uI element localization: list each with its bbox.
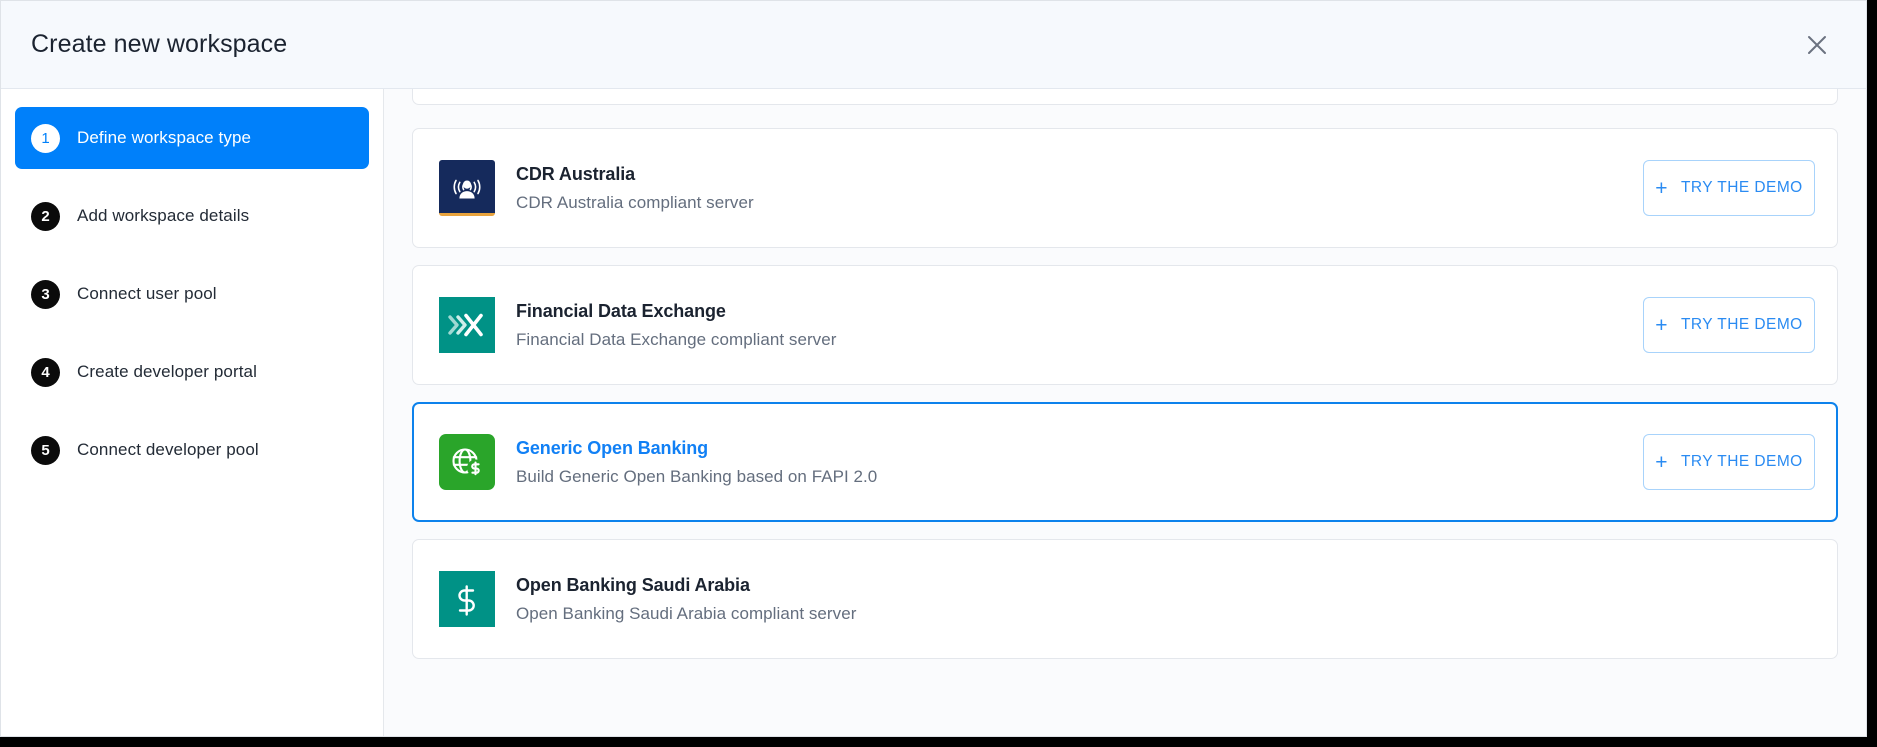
card-left: Generic Open Banking Build Generic Open … — [439, 434, 877, 490]
step-number-badge: 1 — [31, 123, 60, 153]
page-title: Create new workspace — [31, 30, 288, 58]
card-description: Open Banking Saudi Arabia compliant serv… — [516, 603, 857, 623]
globe-dollar-icon — [439, 434, 495, 490]
try-the-demo-label: TRY THE DEMO — [1681, 179, 1803, 196]
list-item-financial-data-exchange[interactable]: Financial Data Exchange Financial Data E… — [412, 265, 1838, 385]
try-the-demo-button[interactable]: + TRY THE DEMO — [1643, 297, 1815, 353]
card-title: Generic Open Banking — [516, 437, 709, 458]
chevron-x-glyph — [448, 313, 483, 337]
list-item-generic-open-banking[interactable]: Generic Open Banking Build Generic Open … — [412, 402, 1838, 522]
try-the-demo-label: TRY THE DEMO — [1681, 316, 1803, 333]
card-title: Financial Data Exchange — [516, 300, 726, 321]
dialog-body: 1 Define workspace type 2 Add workspace … — [1, 89, 1866, 736]
try-the-demo-label: TRY THE DEMO — [1681, 453, 1803, 470]
card-title: Open Banking Saudi Arabia — [516, 574, 750, 595]
sidebar-item-label: Add workspace details — [77, 206, 250, 225]
sidebar-item-label: Connect developer pool — [77, 440, 259, 459]
try-the-demo-button[interactable]: + TRY THE DEMO — [1643, 160, 1815, 216]
close-icon[interactable] — [1794, 22, 1840, 68]
try-the-demo-button[interactable]: + TRY THE DEMO — [1643, 434, 1815, 490]
sidebar-item-label: Create developer portal — [77, 362, 257, 381]
card-texts: Financial Data Exchange Financial Data E… — [516, 301, 836, 350]
dialog-header: Create new workspace — [1, 1, 1866, 89]
card-texts: Generic Open Banking Build Generic Open … — [516, 438, 877, 487]
fingerprint-person-glyph — [453, 179, 481, 198]
chevron-x-icon — [439, 297, 495, 353]
close-glyph — [1808, 35, 1826, 54]
create-workspace-dialog: Create new workspace 1 Define workspace … — [0, 0, 1867, 737]
card-texts: Open Banking Saudi Arabia Open Banking S… — [516, 575, 856, 624]
plus-icon: + — [1655, 313, 1669, 337]
step-number-badge: 5 — [31, 435, 60, 465]
list-item-open-banking-saudi-arabia[interactable]: Open Banking Saudi Arabia Open Banking S… — [412, 539, 1838, 659]
sidebar-item-connect-user-pool[interactable]: 3 Connect user pool — [15, 263, 369, 325]
sidebar-item-label: Connect user pool — [77, 284, 217, 303]
workspace-type-list[interactable]: CDR Australia CDR Australia compliant se… — [384, 89, 1866, 736]
sidebar-item-define-workspace-type[interactable]: 1 Define workspace type — [15, 107, 369, 169]
sidebar-item-label: Define workspace type — [77, 128, 252, 147]
card-left: CDR Australia CDR Australia compliant se… — [439, 160, 754, 216]
step-number-badge: 4 — [31, 357, 60, 387]
dollar-sign-icon — [439, 571, 495, 627]
plus-icon: + — [1655, 450, 1669, 474]
sidebar-item-connect-developer-pool[interactable]: 5 Connect developer pool — [15, 419, 369, 481]
step-number-badge: 3 — [31, 279, 60, 309]
fingerprint-person-icon — [439, 160, 495, 216]
card-texts: CDR Australia CDR Australia compliant se… — [516, 164, 754, 213]
step-number-badge: 2 — [31, 201, 60, 231]
scroll-area[interactable]: CDR Australia CDR Australia compliant se… — [412, 89, 1838, 736]
plus-icon: + — [1655, 176, 1669, 200]
wizard-sidebar: 1 Define workspace type 2 Add workspace … — [1, 89, 384, 736]
sidebar-item-add-workspace-details[interactable]: 2 Add workspace details — [15, 185, 369, 247]
list-item-partial[interactable] — [412, 89, 1838, 105]
card-title: CDR Australia — [516, 163, 636, 184]
card-description: Build Generic Open Banking based on FAPI… — [516, 466, 878, 486]
card-description: CDR Australia compliant server — [516, 192, 754, 212]
dollar-sign-glyph — [458, 585, 475, 616]
sidebar-item-create-developer-portal[interactable]: 4 Create developer portal — [15, 341, 369, 403]
card-description: Financial Data Exchange compliant server — [516, 329, 837, 349]
list-item-cdr-australia[interactable]: CDR Australia CDR Australia compliant se… — [412, 128, 1838, 248]
card-left: Open Banking Saudi Arabia Open Banking S… — [439, 571, 856, 627]
card-left: Financial Data Exchange Financial Data E… — [439, 297, 836, 353]
globe-dollar-glyph — [452, 448, 484, 477]
